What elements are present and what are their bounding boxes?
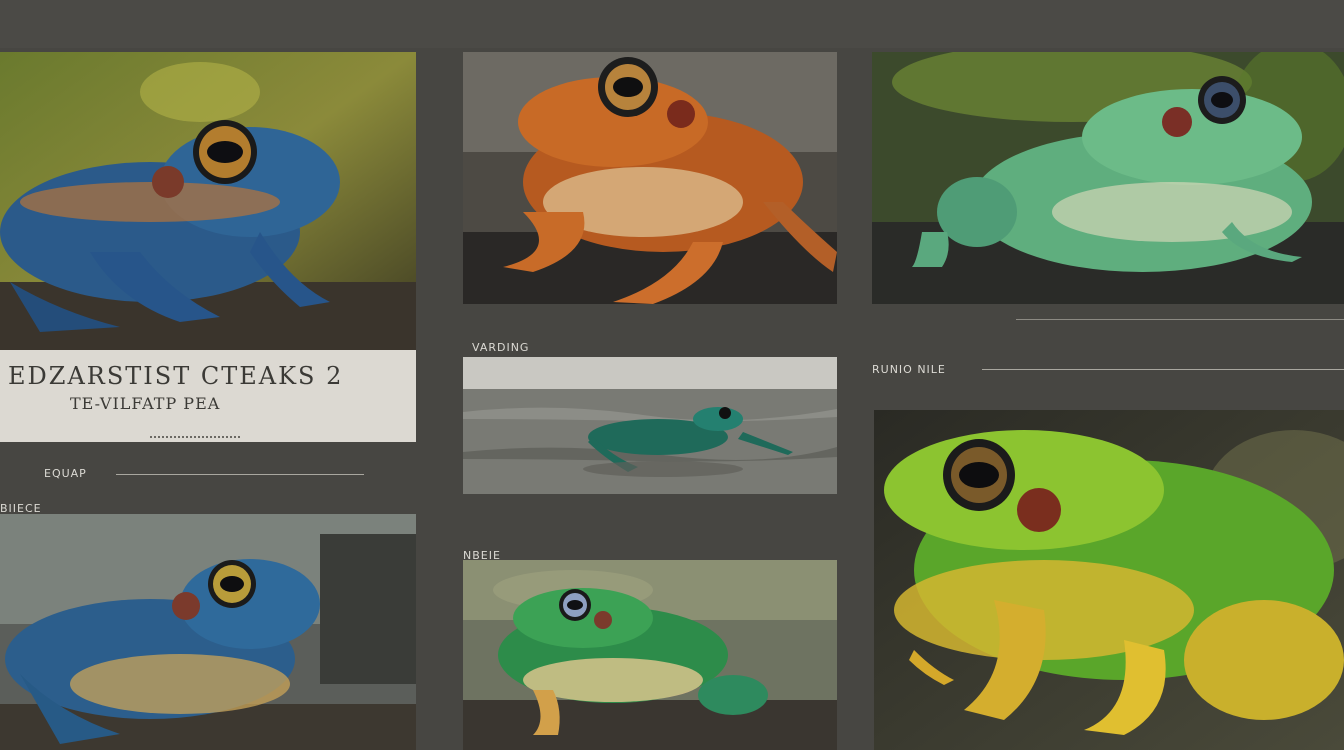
label-center-top: VARDING: [472, 341, 530, 354]
green-frog-photo: [872, 52, 1344, 304]
yellow-green-frog-photo: [874, 410, 1344, 750]
rule-right-mid: [982, 369, 1344, 370]
caption-box: EDZARSTIST CTEAKS 2 TE-VILFATP PEA: [0, 350, 416, 442]
caption-subtitle: TE-VILFATP PEA: [70, 394, 221, 413]
blue-frog-photo: [0, 52, 416, 352]
swimming-frog-photo: [463, 357, 837, 494]
caption-divider: [150, 436, 240, 440]
rule-right-upper: [1016, 319, 1344, 320]
label-right-mid: RUNIO NILE: [872, 363, 946, 376]
blue-frog-photo-2: [0, 514, 416, 750]
orange-frog-photo: [463, 52, 837, 304]
caption-title: EDZARSTIST CTEAKS 2: [8, 362, 344, 390]
top-band: [0, 0, 1344, 48]
rule-left-mid: [116, 474, 364, 475]
label-left-mid: EQUAP: [44, 467, 87, 480]
pond-frog-photo: [463, 560, 837, 750]
